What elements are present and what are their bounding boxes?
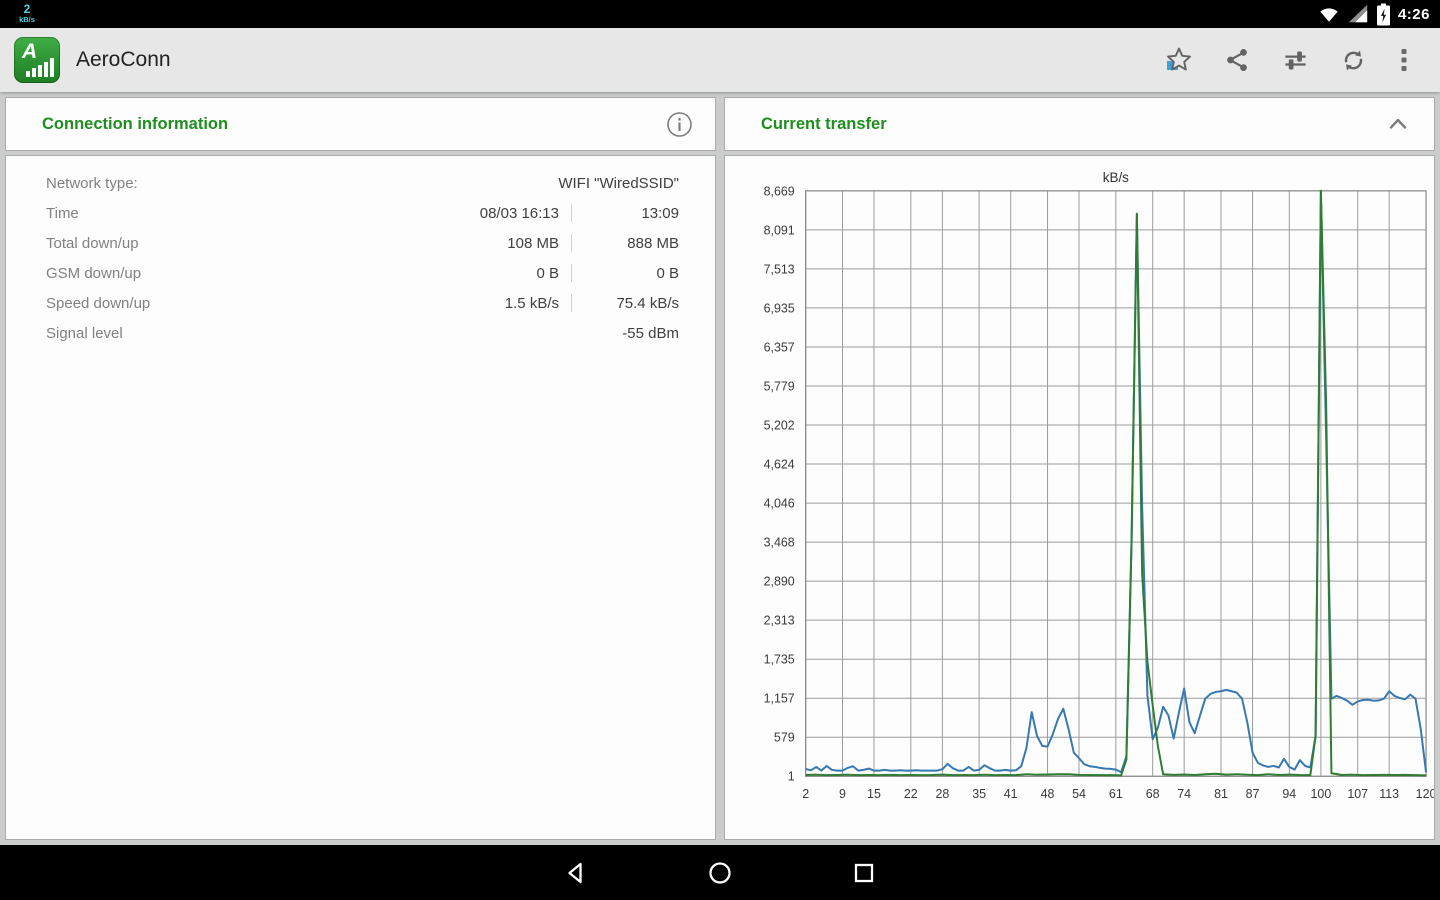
back-button[interactable]: [504, 845, 648, 900]
info-value-down: 08/03 16:13: [409, 205, 559, 222]
info-label: Network type:: [46, 175, 409, 192]
connection-info-header[interactable]: Connection information: [5, 97, 716, 151]
info-label: Speed down/up: [46, 295, 409, 312]
app-toolbar: A AeroConn: [0, 28, 1440, 92]
info-row-signal: Signal level -55 dBm: [6, 318, 715, 348]
rate-app-button[interactable]: [1150, 36, 1208, 84]
info-label: Time: [46, 205, 409, 222]
info-value-up: 0 B: [584, 265, 679, 282]
value-divider: [571, 264, 572, 282]
connection-info-title: Connection information: [42, 115, 228, 134]
info-row-gsm: GSM down/up 0 B 0 B: [6, 258, 715, 288]
info-value-down: 0 B: [409, 265, 559, 282]
cellular-signal-icon: [1347, 3, 1369, 25]
speed-notification-unit: kB/s: [12, 16, 42, 24]
svg-text:74: 74: [1177, 787, 1191, 801]
svg-text:94: 94: [1282, 787, 1296, 801]
svg-text:kB/s: kB/s: [1103, 170, 1129, 185]
info-value-up: 13:09: [584, 205, 679, 222]
info-row-speed: Speed down/up 1.5 kB/s 75.4 kB/s: [6, 288, 715, 318]
svg-text:7,513: 7,513: [764, 262, 795, 276]
current-transfer-title: Current transfer: [761, 115, 887, 134]
transfer-chart: 1 579 1,157 1,735 2,313 2,890 3,468 4,046 4,624 5…: [725, 156, 1434, 839]
navigation-bar: [0, 845, 1440, 900]
svg-text:5,779: 5,779: [764, 379, 795, 393]
overflow-menu-button[interactable]: [1382, 36, 1426, 84]
current-transfer-panel: Current transfer 1 579 1,157 1,735 2,313 2,89…: [724, 97, 1435, 840]
value-divider: [571, 294, 572, 312]
info-value-down: 1.5 kB/s: [409, 295, 559, 312]
app-title: AeroConn: [76, 48, 171, 72]
info-value-up: 888 MB: [584, 235, 679, 252]
connection-info-panel: Connection information Network type: WIF…: [5, 97, 716, 840]
info-label: Signal level: [46, 325, 409, 342]
svg-text:2,313: 2,313: [764, 614, 795, 628]
svg-text:6,357: 6,357: [764, 340, 795, 354]
svg-text:81: 81: [1214, 787, 1228, 801]
info-button[interactable]: [657, 102, 701, 146]
value-divider: [571, 234, 572, 252]
svg-text:48: 48: [1041, 787, 1055, 801]
app-logo-icon: A: [14, 37, 60, 83]
settings-tune-button[interactable]: [1266, 36, 1324, 84]
svg-text:2,890: 2,890: [764, 575, 795, 589]
info-label: Total down/up: [46, 235, 409, 252]
info-value-down: 108 MB: [409, 235, 559, 252]
speed-notification-value: 2: [12, 3, 42, 15]
svg-text:107: 107: [1347, 787, 1368, 801]
connection-info-body: Network type: WIFI "WiredSSID" Time 08/0…: [5, 155, 716, 840]
svg-text:4,046: 4,046: [764, 497, 795, 511]
android-screen: 2 kB/s 4:26: [0, 0, 1440, 900]
svg-text:28: 28: [935, 787, 949, 801]
svg-text:15: 15: [867, 787, 881, 801]
svg-text:4,624: 4,624: [764, 458, 795, 472]
svg-text:5,202: 5,202: [764, 418, 795, 432]
wifi-icon: [1318, 3, 1340, 25]
svg-text:1,735: 1,735: [764, 653, 795, 667]
info-row-time: Time 08/03 16:13 13:09: [6, 198, 715, 228]
svg-text:61: 61: [1109, 787, 1123, 801]
battery-charging-icon: [1376, 3, 1391, 26]
status-clock: 4:26: [1398, 6, 1430, 23]
svg-text:22: 22: [904, 787, 918, 801]
svg-text:120: 120: [1416, 787, 1434, 801]
info-row-total: Total down/up 108 MB 888 MB: [6, 228, 715, 258]
svg-text:35: 35: [972, 787, 986, 801]
svg-text:1: 1: [788, 770, 795, 784]
speed-notification-icon: 2 kB/s: [12, 1, 42, 24]
status-bar: 2 kB/s 4:26: [0, 0, 1440, 28]
value-divider: [571, 204, 572, 222]
svg-text:8,669: 8,669: [764, 184, 795, 198]
share-button[interactable]: [1208, 36, 1266, 84]
svg-text:6,935: 6,935: [764, 301, 795, 315]
svg-text:9: 9: [839, 787, 846, 801]
svg-text:579: 579: [774, 731, 795, 745]
svg-text:68: 68: [1146, 787, 1160, 801]
current-transfer-header[interactable]: Current transfer: [724, 97, 1435, 151]
connection-info-table: Network type: WIFI "WiredSSID" Time 08/0…: [6, 156, 715, 348]
svg-text:2: 2: [802, 787, 809, 801]
svg-text:3,468: 3,468: [764, 536, 795, 550]
info-label: GSM down/up: [46, 265, 409, 282]
collapse-button[interactable]: [1376, 102, 1420, 146]
svg-text:8,091: 8,091: [764, 223, 795, 237]
info-row-network-type: Network type: WIFI "WiredSSID": [6, 168, 715, 198]
svg-text:113: 113: [1379, 787, 1399, 801]
svg-text:87: 87: [1246, 787, 1260, 801]
info-value: -55 dBm: [409, 325, 679, 342]
transfer-chart-body: 1 579 1,157 1,735 2,313 2,890 3,468 4,046 4,624 5…: [724, 155, 1435, 840]
svg-text:100: 100: [1310, 787, 1331, 801]
svg-text:41: 41: [1004, 787, 1018, 801]
svg-text:1,157: 1,157: [764, 692, 795, 706]
svg-text:54: 54: [1072, 787, 1086, 801]
info-value-up: 75.4 kB/s: [584, 295, 679, 312]
info-value: WIFI "WiredSSID": [409, 175, 679, 192]
refresh-button[interactable]: [1324, 36, 1382, 84]
recents-button[interactable]: [792, 845, 936, 900]
main-content: Connection information Network type: WIF…: [0, 92, 1440, 845]
home-button[interactable]: [648, 845, 792, 900]
